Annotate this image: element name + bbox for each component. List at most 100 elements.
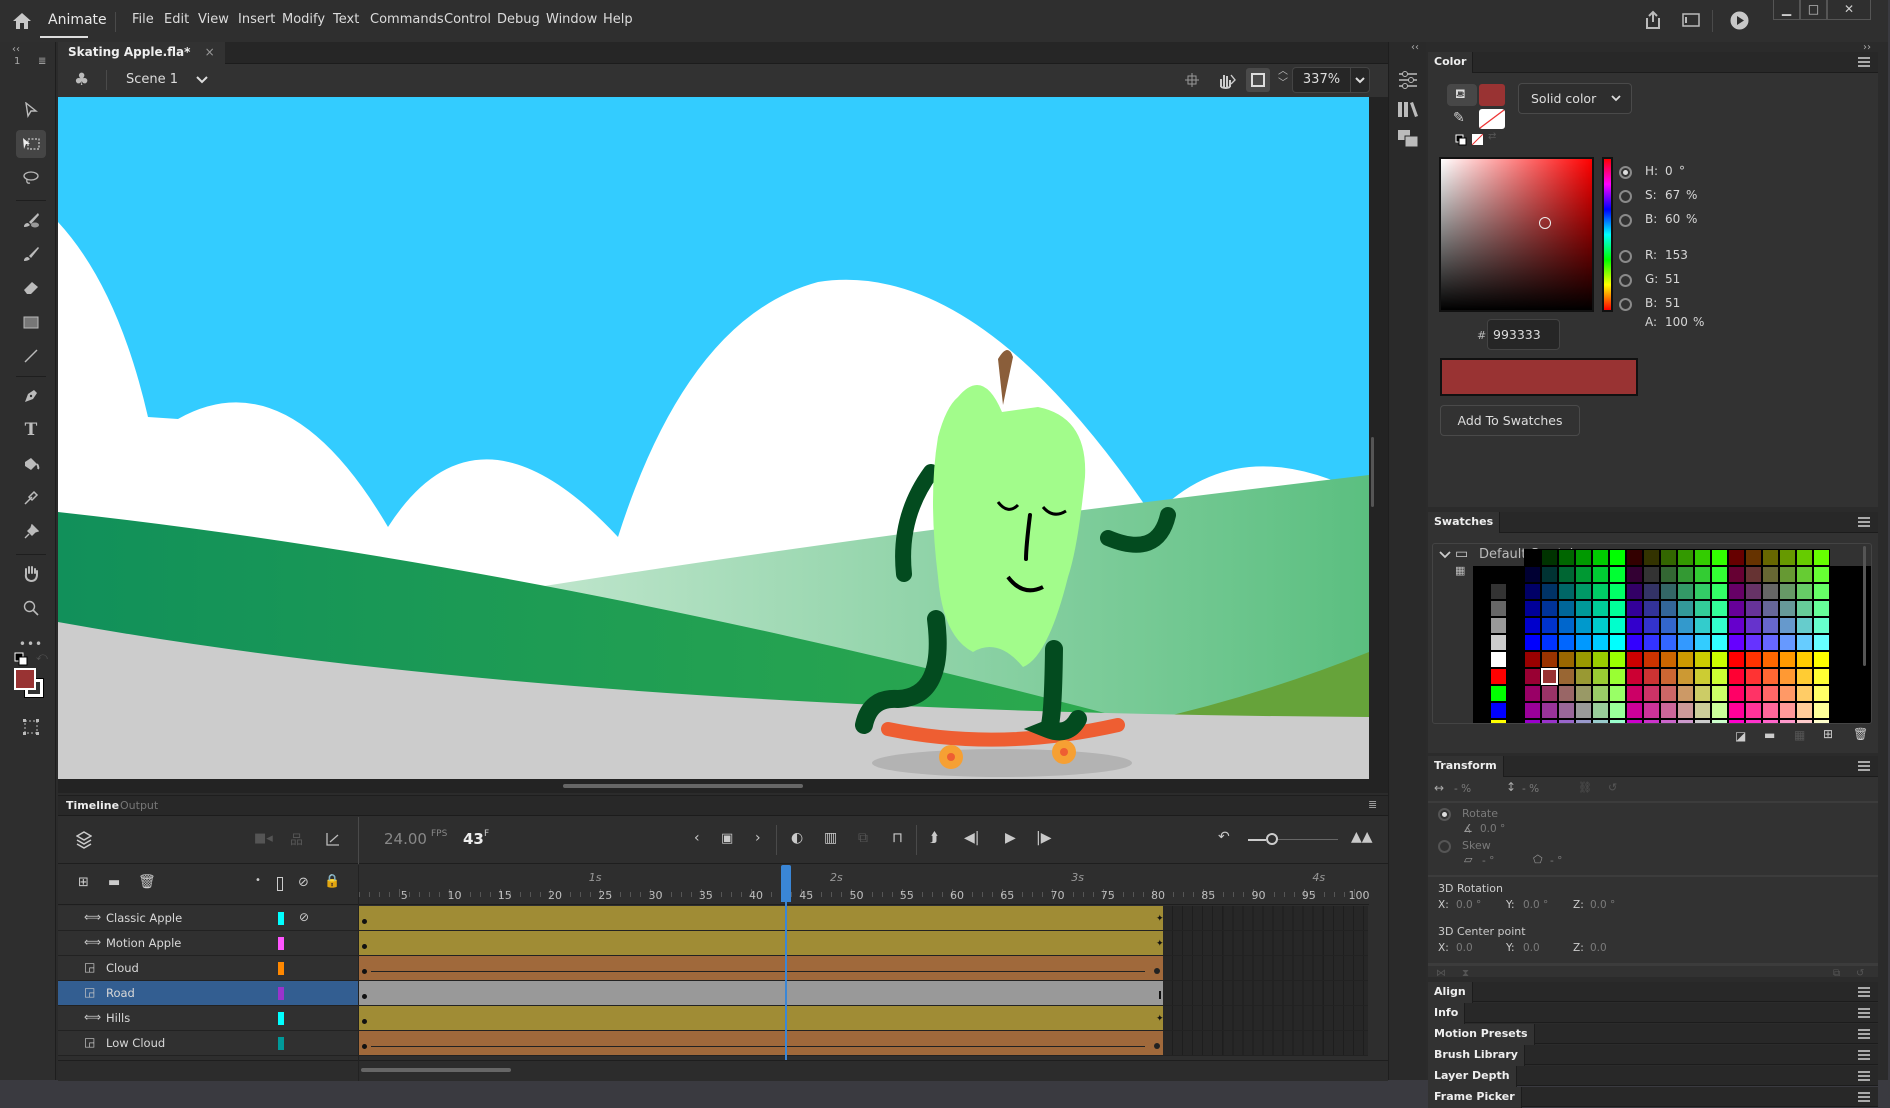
swatch[interactable] (1643, 651, 1660, 668)
swatch[interactable] (1558, 651, 1575, 668)
menu-edit[interactable]: Edit (164, 12, 189, 27)
rotate-stage-icon[interactable] (1216, 71, 1236, 89)
swatch[interactable] (1592, 719, 1609, 723)
swatch[interactable] (1643, 634, 1660, 651)
swatch[interactable] (1796, 583, 1813, 600)
hue-slider[interactable] (1602, 157, 1613, 312)
swatch[interactable] (1711, 651, 1728, 668)
swatch[interactable] (1626, 566, 1643, 583)
swatch[interactable] (1490, 617, 1507, 634)
swatch[interactable] (1813, 719, 1830, 723)
layer-row[interactable]: ⟺ Classic Apple ⊘ (58, 906, 358, 931)
swatch[interactable] (1575, 668, 1592, 685)
swatch[interactable] (1490, 600, 1507, 617)
skew-radio[interactable] (1438, 840, 1451, 853)
swatch[interactable] (1745, 549, 1762, 566)
swatch[interactable] (1609, 583, 1626, 600)
swatch[interactable] (1711, 702, 1728, 719)
collapsed-panel[interactable]: Layer Depth (1428, 1066, 1878, 1087)
swatch[interactable] (1694, 719, 1711, 723)
swatch[interactable] (1762, 583, 1779, 600)
swatch[interactable] (1813, 583, 1830, 600)
green-value[interactable]: 51 (1665, 272, 1680, 286)
panel-menu-icon[interactable] (1858, 57, 1870, 67)
swatch[interactable] (1779, 668, 1796, 685)
swatch[interactable] (1745, 583, 1762, 600)
swatch[interactable] (1694, 634, 1711, 651)
swatch[interactable] (1609, 549, 1626, 566)
swatch[interactable] (1796, 668, 1813, 685)
swatch[interactable] (1728, 668, 1745, 685)
swatch[interactable] (1745, 634, 1762, 651)
scene-name[interactable]: Scene 1 (126, 72, 178, 87)
swatch[interactable] (1796, 719, 1813, 723)
blue-value[interactable]: 51 (1665, 296, 1680, 310)
collapsed-panel[interactable]: Align (1428, 982, 1878, 1003)
swatch[interactable] (1660, 719, 1677, 723)
collapsed-panel[interactable]: Info (1428, 1003, 1878, 1024)
layer-row[interactable]: ⟺ Motion Apple (58, 931, 358, 956)
swatch[interactable] (1524, 702, 1541, 719)
skew-vertical-value[interactable]: - ° (1550, 855, 1562, 867)
swatch[interactable] (1626, 617, 1643, 634)
swatch[interactable] (1711, 566, 1728, 583)
tab-timeline[interactable]: Timeline (66, 799, 119, 812)
text-tool[interactable]: T (16, 416, 46, 444)
swatch[interactable] (1592, 583, 1609, 600)
workspace-icon[interactable] (1682, 13, 1700, 27)
frame-span[interactable]: ✦ (359, 931, 1164, 956)
insert-keyframe-icon[interactable]: ▣ (721, 831, 733, 846)
library-icon[interactable] (1397, 100, 1419, 118)
swatch[interactable] (1745, 566, 1762, 583)
graph-icon[interactable] (326, 832, 340, 846)
swatch[interactable] (1728, 600, 1745, 617)
swatch[interactable] (1609, 634, 1626, 651)
swatch[interactable] (1558, 600, 1575, 617)
swatch[interactable] (1660, 549, 1677, 566)
swatch[interactable] (1694, 685, 1711, 702)
swatch[interactable] (1677, 617, 1694, 634)
swatch[interactable] (1541, 566, 1558, 583)
swatch[interactable] (1779, 600, 1796, 617)
menu-modify[interactable]: Modify (282, 12, 325, 27)
center-x-value[interactable]: 0.0 (1456, 942, 1473, 954)
lasso-tool[interactable] (16, 164, 46, 192)
layer-color-swatch[interactable] (278, 937, 284, 950)
frame-span[interactable] (359, 981, 1163, 1006)
collapsed-panel[interactable]: Motion Presets (1428, 1024, 1878, 1045)
swatch[interactable] (1541, 617, 1558, 634)
swatch[interactable] (1575, 719, 1592, 723)
swatch[interactable] (1643, 549, 1660, 566)
swatch[interactable] (1745, 617, 1762, 634)
panel-tab[interactable]: Motion Presets (1428, 1024, 1535, 1045)
new-swatch-icon[interactable]: ◪ (1735, 729, 1746, 743)
scene-icon[interactable]: ♣ (74, 70, 89, 90)
transform-panel-tab[interactable]: Transform (1428, 756, 1504, 777)
swatch[interactable] (1541, 600, 1558, 617)
hue-radio[interactable] (1619, 166, 1632, 179)
layers-icon[interactable] (76, 831, 92, 849)
swatch[interactable] (1677, 668, 1694, 685)
chevron-down-icon[interactable] (1439, 551, 1451, 559)
menu-commands[interactable]: Commands (370, 12, 444, 27)
flip-horizontal-icon[interactable]: ⋈ (1436, 968, 1446, 979)
keyframe[interactable] (362, 944, 367, 949)
app-brand[interactable]: Animate (48, 12, 107, 28)
swatch[interactable] (1762, 719, 1779, 723)
frame-span[interactable] (359, 956, 1163, 981)
swatch[interactable] (1592, 702, 1609, 719)
keyframe[interactable] (362, 1044, 367, 1049)
swatch[interactable] (1575, 583, 1592, 600)
empty-frames[interactable] (1163, 981, 1368, 1006)
swatch[interactable] (1779, 566, 1796, 583)
document-tab[interactable]: Skating Apple.fla* × (58, 42, 225, 64)
panel-menu-icon[interactable] (1858, 987, 1870, 997)
swatch[interactable] (1711, 719, 1728, 723)
step-back-icon[interactable]: ◀| (964, 830, 979, 846)
transform-handles-icon[interactable] (22, 718, 40, 736)
layer-name[interactable]: Road (106, 986, 135, 1000)
swatch[interactable] (1796, 549, 1813, 566)
parenting-icon[interactable]: 品 (290, 829, 303, 848)
fps-value[interactable]: 24.00 (384, 830, 427, 848)
swatch[interactable] (1575, 685, 1592, 702)
